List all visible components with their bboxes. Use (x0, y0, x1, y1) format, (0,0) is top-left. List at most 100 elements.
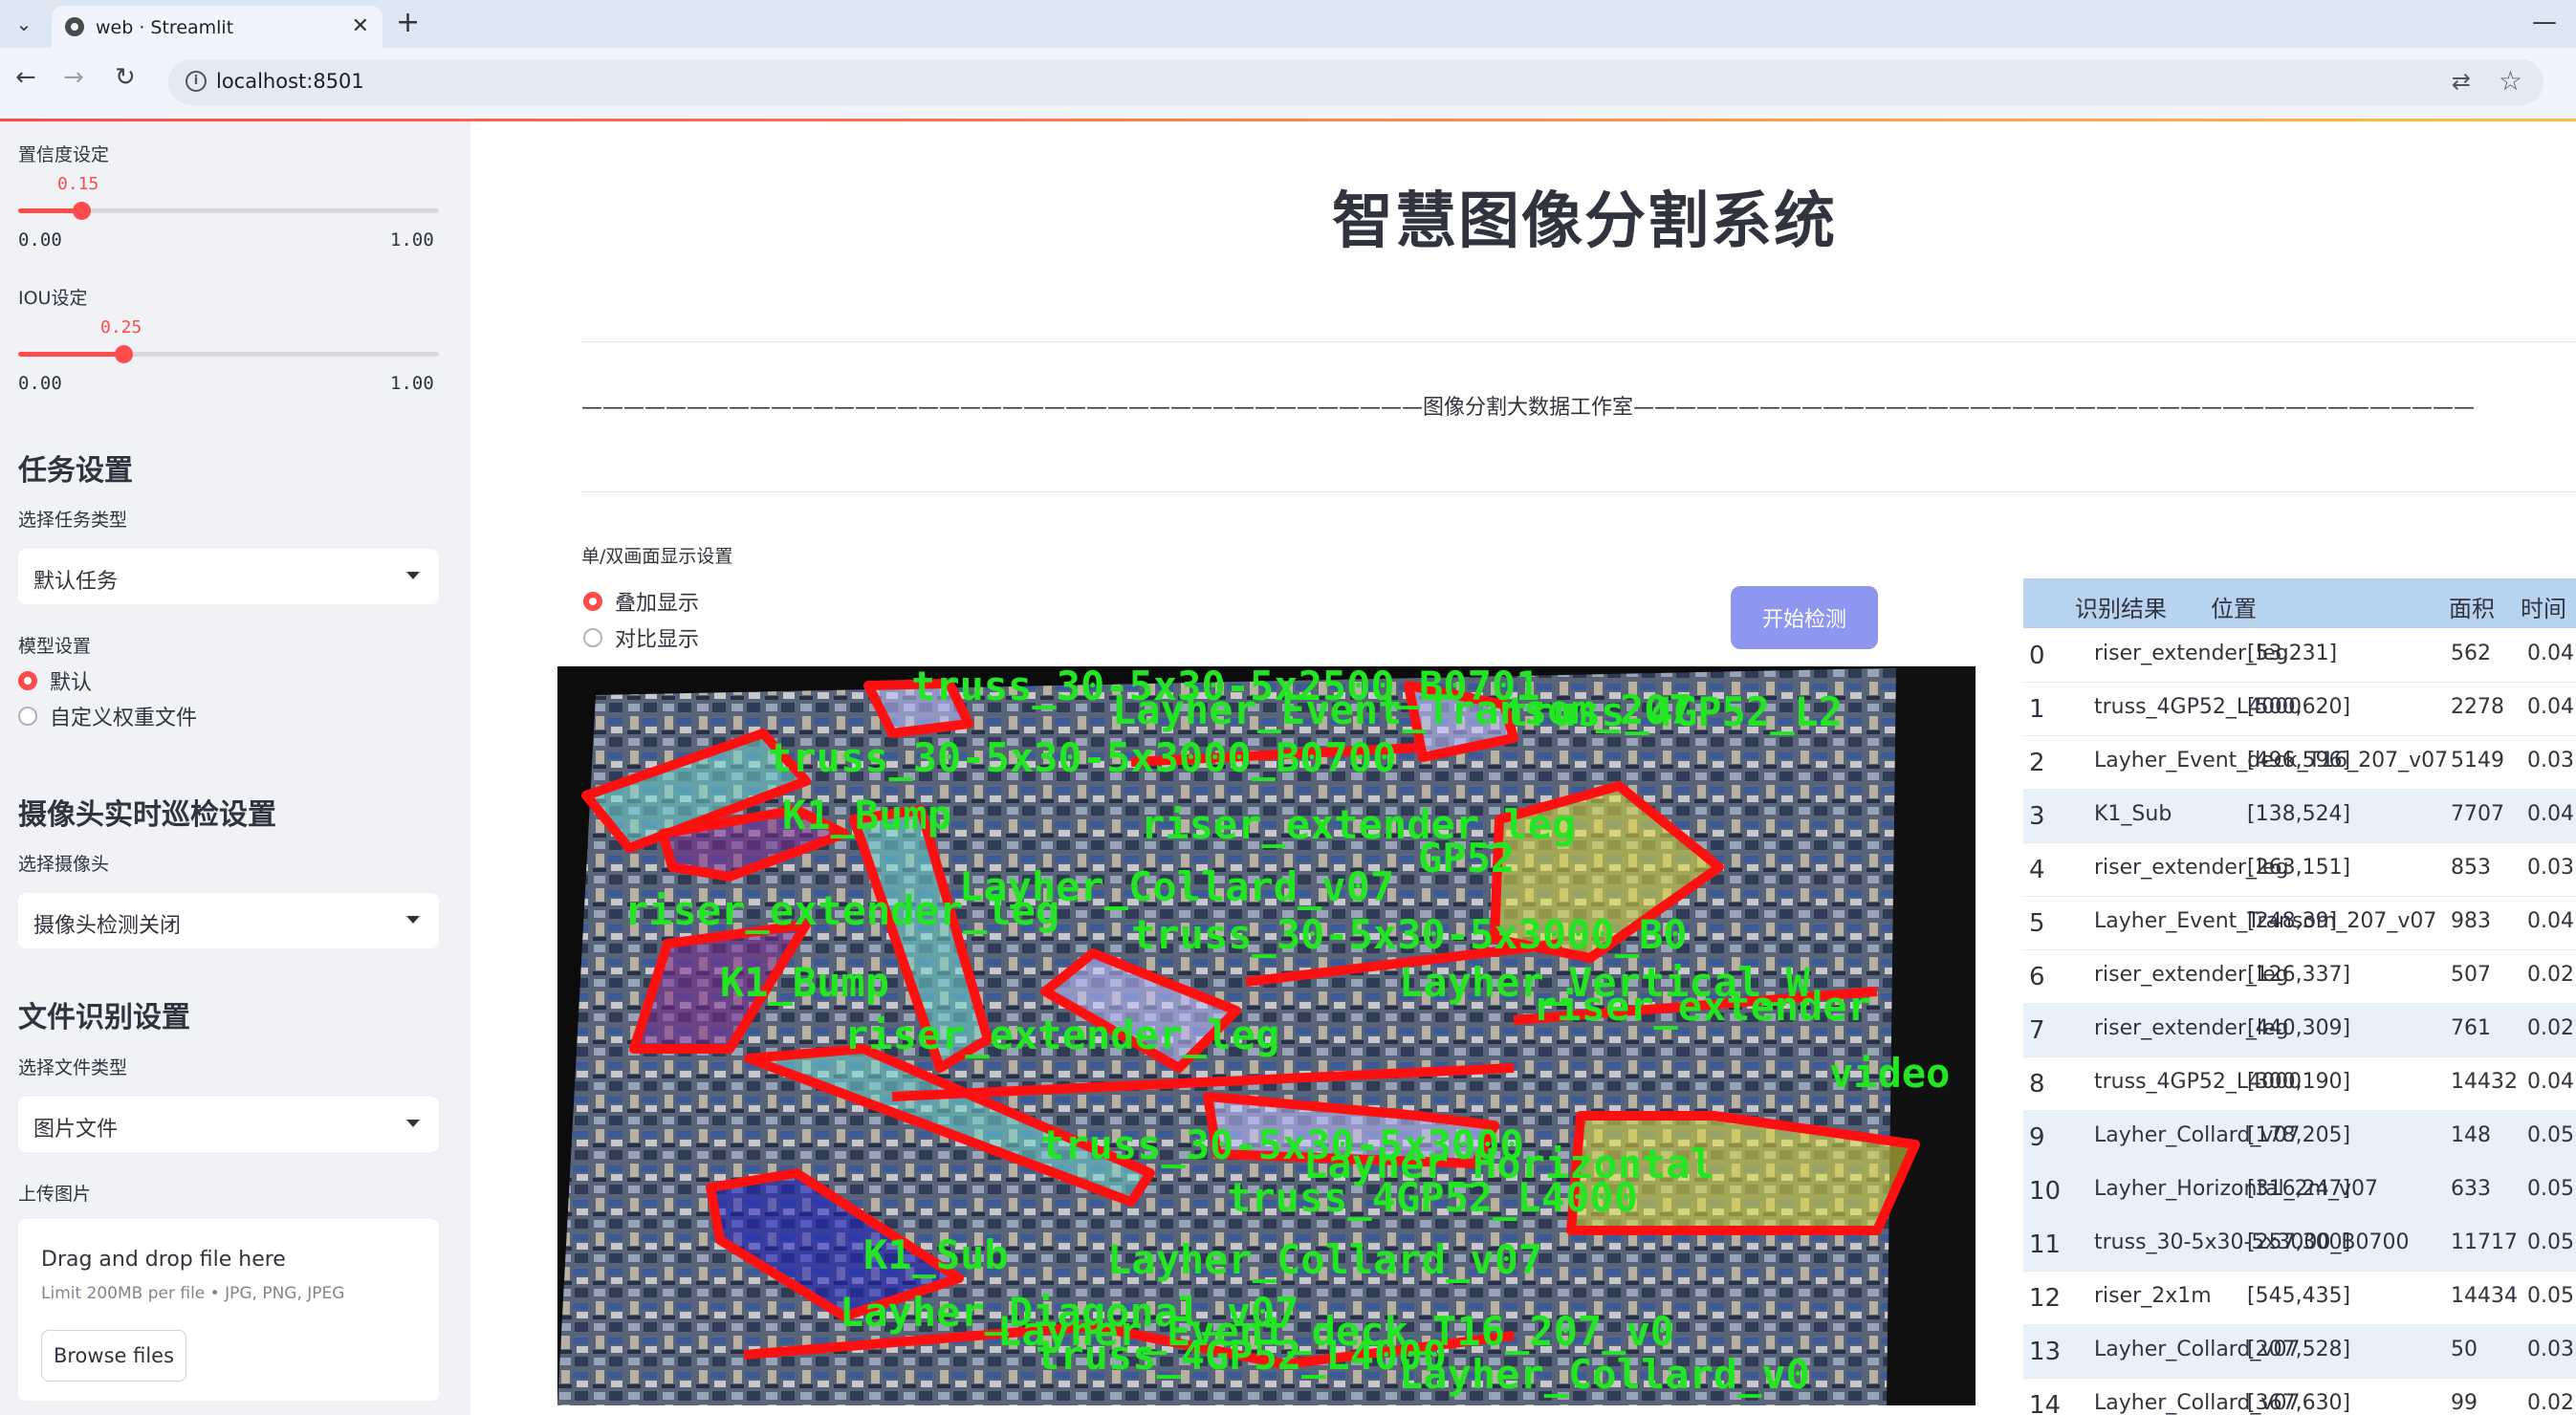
tab-title: web · Streamlit (96, 17, 234, 38)
mask-label: riser_extender (1533, 983, 1871, 1030)
row-index: 13 (2029, 1338, 2062, 1366)
streamlit-favicon-icon (65, 17, 84, 36)
iou-slider[interactable] (18, 345, 439, 363)
confidence-slider[interactable] (18, 202, 439, 220)
model-option-default[interactable]: 默认 (18, 666, 92, 695)
cell-time: 0.04 (2527, 695, 2574, 719)
task-type-select[interactable]: 默认任务 (18, 549, 439, 604)
table-row[interactable]: 4 riser_extender_leg [263,151] 853 0.03 (2023, 842, 2576, 897)
chevron-down-icon (406, 572, 420, 579)
iou-slider-thumb[interactable] (115, 345, 133, 363)
browser-tab[interactable]: web · Streamlit ✕ (52, 6, 382, 48)
close-tab-icon[interactable]: ✕ (352, 14, 369, 38)
row-index: 14 (2029, 1391, 2062, 1415)
new-tab-icon[interactable]: + (396, 6, 420, 39)
table-row[interactable]: 2 Layher_Event_deck_T16_207_v07 [496,596] 5… (2023, 735, 2576, 790)
model-option-custom[interactable]: 自定义权重文件 (18, 702, 197, 730)
camera-select-label: 选择摄像头 (18, 854, 110, 875)
cell-position: [496,596] (2247, 749, 2351, 773)
translate-icon[interactable]: ⇄ (2452, 68, 2471, 95)
row-index: 9 (2029, 1123, 2045, 1152)
cell-area: 562 (2451, 642, 2491, 665)
cell-time: 0.05 (2527, 1284, 2574, 1308)
segmentation-result-image: truss_30-5x30-5x2500_B0701 Layher_Event_… (557, 666, 1976, 1405)
forward-icon[interactable]: → (63, 63, 84, 92)
minimize-icon[interactable]: — (2532, 8, 2557, 36)
camera-select[interactable]: 摄像头检测关闭 (18, 893, 439, 948)
url-field[interactable]: i localhost:8501 ⇄ ☆ (168, 59, 2543, 105)
cell-time: 0.04 (2527, 909, 2574, 933)
results-table[interactable]: 识别结果 位置 面积 时间 0 riser_extender_leg [53,231… (2023, 578, 2576, 1415)
reload-icon[interactable]: ↻ (115, 63, 136, 92)
table-row[interactable]: 12 riser_2x1m [545,435] 14434 0.05 (2023, 1271, 2576, 1325)
table-row[interactable]: 8 truss_4GP52_L4000 [300,190] 14432 0.04 (2023, 1056, 2576, 1111)
file-type-select[interactable]: 图片文件 (18, 1097, 439, 1152)
cell-area: 148 (2451, 1123, 2491, 1147)
url-text: localhost:8501 (216, 70, 364, 93)
mask-label: truss_30-5x30-5x3000_B0700 (768, 734, 1396, 781)
cell-area: 853 (2451, 856, 2491, 880)
browser-tab-bar: ⌄ web · Streamlit ✕ + — (0, 0, 2576, 48)
cell-area: 633 (2451, 1177, 2491, 1201)
table-row[interactable]: 14 Layher_Collard_v07 [367,630] 99 0.02 (2023, 1378, 2576, 1415)
cell-position: [440,309] (2247, 1016, 2351, 1040)
file-type-value: 图片文件 (33, 1118, 119, 1142)
radio-unselected-icon[interactable] (583, 628, 602, 647)
column-header-area[interactable]: 面积 (2449, 590, 2495, 623)
table-row[interactable]: 9 Layher_Collard_v07 [178,205] 148 0.05 (2023, 1110, 2576, 1165)
file-uploader-dropzone[interactable]: Drag and drop file here Limit 200MB per … (18, 1219, 439, 1401)
iou-value: 0.25 (100, 317, 142, 337)
display-mode-label: 单/双画面显示设置 (581, 546, 733, 567)
table-row[interactable]: 13 Layher_Collard_v07 [207,528] 50 0.03 (2023, 1324, 2576, 1379)
cell-position: [545,435] (2247, 1284, 2351, 1308)
cell-area: 99 (2451, 1391, 2478, 1415)
radio-unselected-icon[interactable] (18, 707, 37, 726)
start-detection-button[interactable]: 开始检测 (1731, 586, 1878, 649)
mask-label: Layher_Collard_v07 (1107, 1236, 1542, 1283)
table-row[interactable]: 11 truss_30-5x30-5x3000_B0700 [257,300] 117… (2023, 1217, 2576, 1272)
upload-drop-text: Drag and drop file here (41, 1248, 286, 1272)
table-row[interactable]: 1 truss_4GP52_L4000 [500,620] 2278 0.04 (2023, 682, 2576, 736)
cell-position: [178,205] (2247, 1123, 2351, 1147)
cell-time: 0.03 (2527, 1338, 2574, 1361)
column-header-position[interactable]: 位置 (2211, 590, 2257, 623)
address-bar: ← → ↻ i localhost:8501 ⇄ ☆ (0, 48, 2576, 120)
mask-label: GP52 (1418, 835, 1515, 882)
studio-banner: ————————————————————————————————————————… (581, 396, 2476, 420)
table-row[interactable]: 0 riser_extender_leg [53,231] 562 0.04 (2023, 628, 2576, 683)
display-option-overlay[interactable]: 叠加显示 (583, 587, 699, 616)
table-row[interactable]: 6 riser_extender_leg [126,337] 507 0.02 (2023, 949, 2576, 1004)
row-index: 2 (2029, 749, 2045, 777)
cell-area: 5149 (2451, 749, 2504, 773)
tab-list-chevron-icon[interactable]: ⌄ (10, 10, 38, 38)
display-option-label: 叠加显示 (615, 592, 700, 616)
back-icon[interactable]: ← (15, 63, 36, 92)
radio-selected-icon[interactable] (583, 592, 602, 611)
browse-files-button[interactable]: Browse files (41, 1330, 186, 1382)
row-index: 12 (2029, 1284, 2062, 1313)
mask-label: video (1829, 1050, 1950, 1097)
table-row[interactable]: 7 riser_extender_leg [440,309] 761 0.02 (2023, 1003, 2576, 1057)
cell-time: 0.05 (2527, 1230, 2574, 1254)
radio-selected-icon[interactable] (18, 671, 37, 690)
bookmark-star-icon[interactable]: ☆ (2499, 65, 2522, 97)
site-info-icon[interactable]: i (186, 71, 207, 92)
confidence-slider-thumb[interactable] (73, 202, 91, 220)
column-header-time[interactable]: 时间 (2521, 590, 2566, 623)
cell-area: 11717 (2451, 1230, 2518, 1254)
table-row[interactable]: 10 Layher_Horizontal_2m_v07 [316,247] 633 0.… (2023, 1164, 2576, 1218)
mask-label: truss_4GP52_L4000 (1036, 1332, 1447, 1379)
cell-result: riser_2x1m (2094, 1284, 2212, 1308)
table-row[interactable]: 5 Layher_Event_Transom_207_v07 [248,39] 983… (2023, 896, 2576, 950)
divider (581, 341, 2576, 342)
table-row[interactable]: 3 K1_Sub [138,524] 7707 0.04 (2023, 789, 2576, 843)
mask-label: K1_Bump (720, 959, 889, 1006)
iou-min: 0.00 (18, 373, 62, 394)
cell-time: 0.02 (2527, 1016, 2574, 1040)
column-header-result[interactable]: 识别结果 (2075, 590, 2167, 623)
cell-position: [316,247] (2247, 1177, 2351, 1201)
display-option-compare[interactable]: 对比显示 (583, 623, 699, 652)
iou-slider-fill (18, 352, 123, 357)
cell-position: [53,231] (2247, 642, 2338, 665)
model-option-label: 自定义权重文件 (50, 707, 198, 730)
